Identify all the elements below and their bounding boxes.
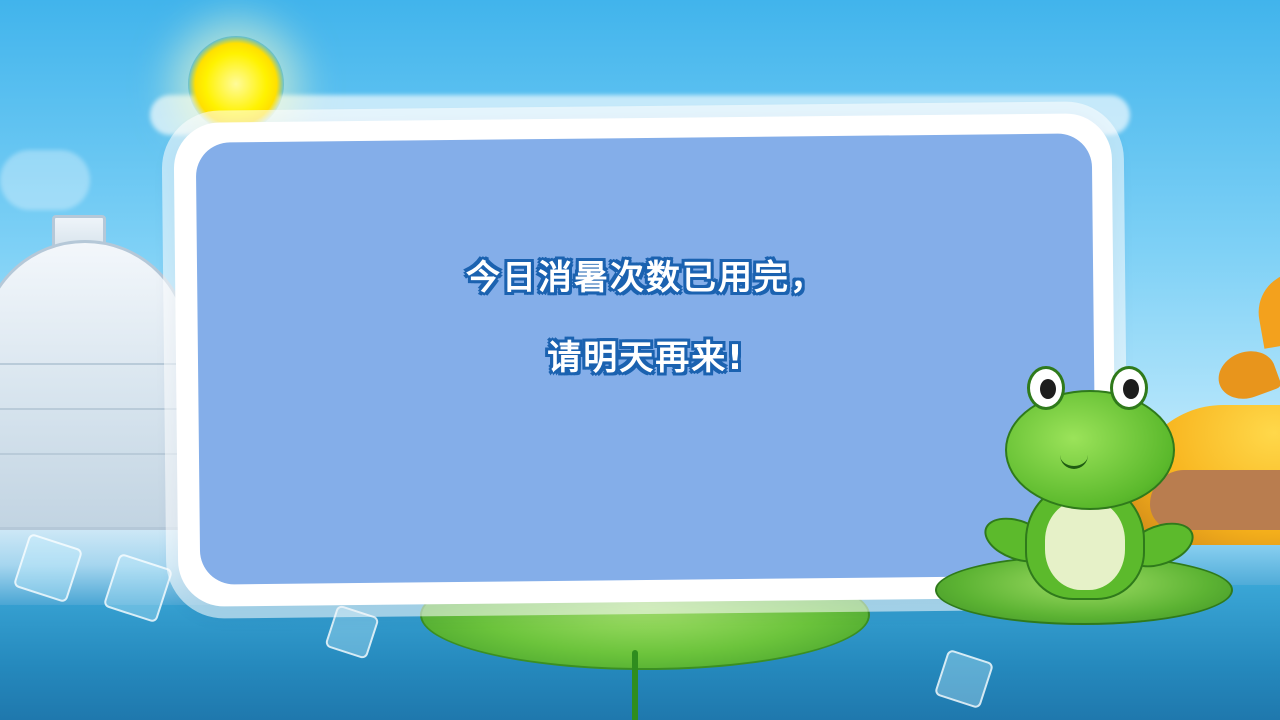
game-scene: 今日消暑次数已用完， 请明天再来! [0, 0, 1280, 720]
lily-stem [632, 650, 638, 720]
frog-eye-left [1027, 366, 1065, 410]
frog-belly [1045, 500, 1125, 590]
frog-icon [935, 360, 1235, 630]
dialog-message-line1: 今日消暑次数已用完， [466, 258, 826, 298]
cloud [0, 150, 90, 210]
igloo-dome [0, 240, 190, 530]
sun-icon [188, 36, 284, 132]
igloo-icon [0, 215, 190, 530]
frog-eye-right [1110, 366, 1148, 410]
frog-head [1005, 390, 1175, 510]
